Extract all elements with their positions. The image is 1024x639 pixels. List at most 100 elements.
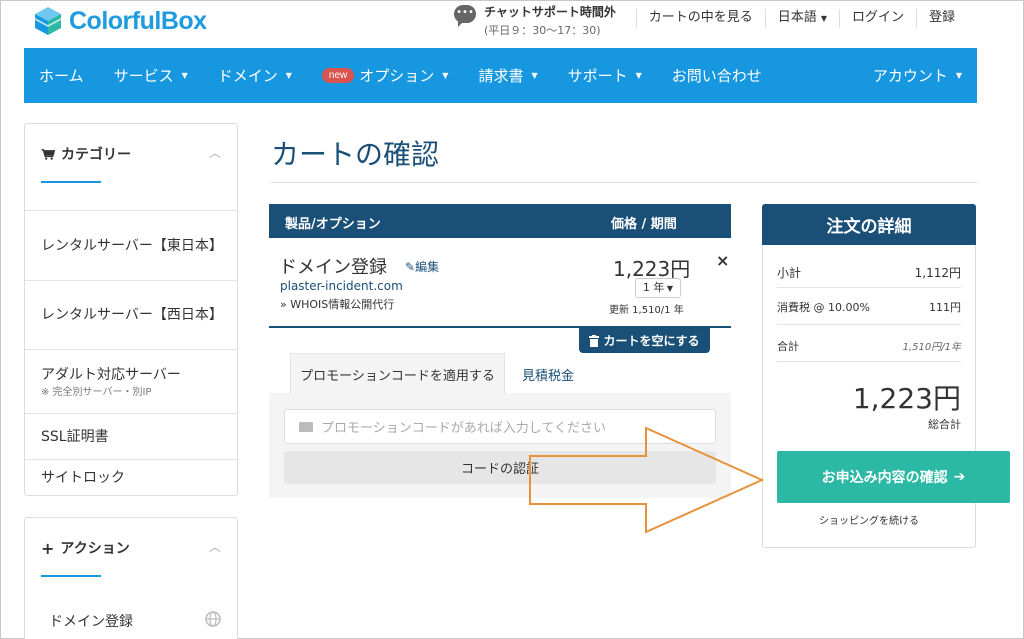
nav-support[interactable]: サポート ▼	[553, 65, 657, 86]
total-term: 1,510円/1年	[902, 342, 961, 353]
nav-service[interactable]: サービス ▼	[99, 65, 203, 86]
column-product: 製品/オプション	[285, 217, 381, 232]
total-row: 合計 1,510円/1年	[777, 338, 961, 354]
chat-hours: (平日９：30～17：30)	[484, 24, 601, 37]
logo-text: ColorfulBox	[69, 6, 207, 35]
category-title: カテゴリー	[61, 147, 131, 163]
sidebar-item-ssl[interactable]: SSL証明書	[25, 413, 237, 459]
pencil-icon: ✎	[405, 260, 416, 274]
summary-divider	[777, 287, 961, 288]
view-cart-link[interactable]: カートの中を見る	[635, 9, 765, 28]
column-price: 価格 / 期間	[611, 217, 677, 232]
chevron-up-icon[interactable]: ︿	[209, 538, 221, 555]
tab-estimate-tax[interactable]: 見積税金	[522, 365, 574, 384]
globe-icon	[205, 611, 221, 627]
sidebar-item-note: ※ 完全別サーバー・別IP	[41, 386, 152, 398]
summary-divider	[777, 361, 961, 362]
sidebar-item-label: SSL証明書	[41, 428, 109, 445]
category-header[interactable]: カテゴリー ︿	[25, 124, 237, 210]
order-summary-title: 注文の詳細	[762, 204, 976, 245]
product-domain: plaster-incident.com	[280, 279, 403, 293]
ticket-icon	[299, 421, 313, 432]
category-panel: カテゴリー ︿ レンタルサーバー【東日本】 レンタルサーバー【西日本】 アダルト…	[24, 123, 238, 496]
grand-total-label: 総合計	[928, 418, 961, 431]
sidebar-item-label: レンタルサーバー【東日本】	[41, 237, 223, 254]
renewal-price: 更新 1,510/1 年	[609, 305, 684, 316]
sidebar-item-rental-east[interactable]: レンタルサーバー【東日本】	[25, 210, 237, 280]
header-underline	[41, 575, 101, 577]
caret-down-icon: ▼	[531, 71, 538, 80]
grand-total: 1,223円	[852, 382, 961, 415]
nav-home[interactable]: ホーム	[24, 65, 99, 86]
nav-option-label: オプション	[359, 67, 435, 85]
empty-cart-label: カートを空にする	[603, 334, 700, 348]
subtotal-value: 1,112円	[914, 266, 961, 280]
top-links: カートの中を見る 日本語 ▼ ログイン 登録	[635, 9, 967, 28]
tab-estimate-label: 見積税金	[522, 369, 575, 384]
action-panel: + アクション ︿ ドメイン登録	[24, 517, 238, 639]
caret-down-icon: ▼	[442, 71, 449, 80]
login-link[interactable]: ログイン	[838, 9, 916, 28]
sidebar-item-label: アダルト対応サーバー	[41, 366, 181, 383]
nav-home-label: ホーム	[39, 67, 84, 85]
tax-label: 消費税 @ 10.00%	[777, 301, 870, 314]
caret-down-icon: ▼	[820, 14, 827, 23]
page-title: カートの確認	[271, 138, 440, 171]
register-link[interactable]: 登録	[915, 9, 967, 28]
chat-status-title: チャットサポート時間外	[484, 5, 616, 19]
total-row-label: 合計	[777, 340, 799, 353]
sidebar-item-rental-west[interactable]: レンタルサーバー【西日本】	[25, 280, 237, 349]
edit-label: 編集	[415, 260, 440, 274]
tax-row: 消費税 @ 10.00% 111円	[777, 299, 961, 315]
chevron-up-icon[interactable]: ︿	[209, 144, 221, 161]
sidebar-item-adult-server[interactable]: アダルト対応サーバー ※ 完全別サーバー・別IP	[25, 349, 237, 413]
caret-down-icon: ▼	[635, 71, 642, 80]
nav-service-label: サービス	[113, 67, 174, 85]
summary-divider	[777, 324, 961, 325]
language-dropdown[interactable]: 日本語 ▼	[764, 9, 839, 28]
title-divider	[271, 182, 977, 183]
nav-contact-label: お問い合わせ	[671, 67, 762, 85]
tab-promo-label: プロモーションコードを適用する	[300, 368, 495, 384]
action-item-domain-register[interactable]: ドメイン登録	[49, 611, 133, 631]
sidebar-item-sitelock[interactable]: サイトロック	[25, 459, 237, 496]
nav-domain[interactable]: ドメイン ▼	[203, 65, 307, 86]
language-label: 日本語	[777, 10, 817, 25]
remove-item-icon[interactable]: ×	[716, 251, 729, 270]
subtotal-label: 小計	[777, 266, 802, 280]
new-badge: new	[321, 68, 355, 83]
logo-cube-icon	[35, 7, 61, 35]
confirm-order-button[interactable]: お申込み内容の確認 ➔	[777, 451, 1010, 503]
sidebar-item-label: サイトロック	[41, 470, 125, 486]
nav-invoice-label: 請求書	[478, 67, 524, 85]
action-header[interactable]: + アクション ︿	[25, 518, 237, 604]
caret-down-icon: ▼	[955, 71, 962, 80]
nav-account-label: アカウント	[872, 67, 948, 85]
edit-link[interactable]: ✎編集	[405, 258, 439, 275]
subtotal-row: 小計 1,112円	[777, 264, 961, 281]
caret-down-icon: ▼	[181, 71, 188, 80]
action-title: アクション	[60, 541, 130, 557]
chat-support-status[interactable]: ••• チャットサポート時間外 (平日９：30～17：30)	[454, 3, 616, 38]
nav-domain-label: ドメイン	[217, 67, 278, 85]
caret-down-icon: ▼	[664, 284, 674, 293]
nav-option[interactable]: new オプション ▼	[307, 65, 464, 86]
empty-cart-button[interactable]: カートを空にする	[579, 328, 710, 353]
nav-invoice[interactable]: 請求書 ▼	[463, 65, 552, 86]
product-name: ドメイン登録	[279, 257, 387, 278]
action-item-label: ドメイン登録	[49, 614, 133, 630]
term-select[interactable]: 1 年 ▼	[635, 278, 681, 298]
product-option: » WHOIS情報公開代行	[280, 298, 395, 311]
chat-bubble-icon: •••	[454, 5, 476, 27]
nav-contact[interactable]: お問い合わせ	[657, 65, 777, 86]
term-value: 1 年	[642, 281, 665, 294]
nav-support-label: サポート	[567, 67, 628, 85]
confirm-order-label: お申込み内容の確認	[821, 470, 948, 486]
annotation-arrow-icon	[529, 426, 765, 534]
caret-down-icon: ▼	[285, 71, 292, 80]
logo[interactable]: ColorfulBox	[33, 3, 207, 39]
continue-shopping-link[interactable]: ショッピングを続ける	[777, 512, 961, 527]
header-underline	[41, 181, 101, 183]
nav-account[interactable]: アカウント ▼	[858, 65, 977, 86]
tab-promo-code[interactable]: プロモーションコードを適用する	[290, 353, 505, 394]
